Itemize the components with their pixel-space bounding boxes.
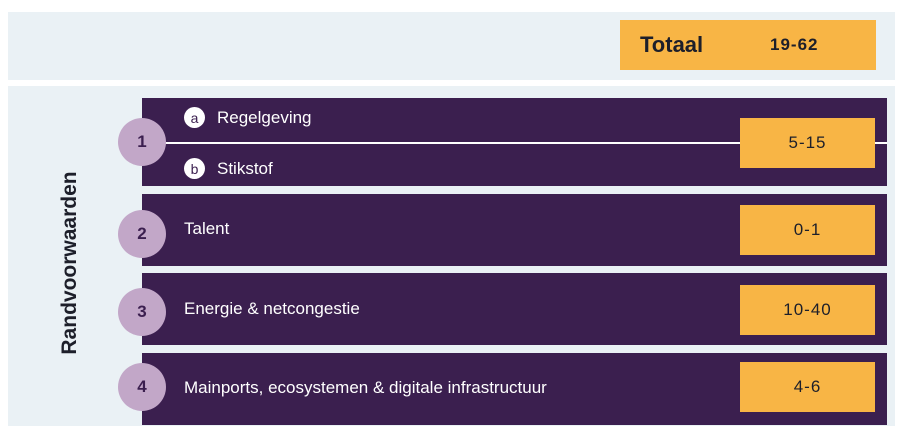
row-3-label: Energie & netcongestie [184,299,360,318]
subitem-b-label: Stikstof [217,158,273,178]
subitem-a-label: Regelgeving [217,107,312,127]
subitem-b: b Stikstof [184,158,273,179]
row-2-label: Talent [184,219,230,238]
total-label: Totaal [640,32,704,57]
row-4-label: Mainports, ecosystemen & digitale infras… [184,378,547,397]
value-box-2: 0-1 [740,205,875,255]
value-box-3: 10-40 [740,285,875,335]
letter-badge-b: b [184,158,205,179]
number-badge-3: 3 [118,288,166,336]
subitem-a: a Regelgeving [184,107,312,128]
side-label: Randvoorwaarden [58,171,81,355]
number-badge-2: 2 [118,210,166,258]
value-box-4: 4-6 [740,362,875,412]
value-box-1: 5-15 [740,118,875,168]
total-box: Totaal 19-62 [620,20,876,70]
letter-badge-a: a [184,107,205,128]
total-value: 19-62 [770,35,819,54]
number-badge-4: 4 [118,363,166,411]
number-badge-1: 1 [118,118,166,166]
